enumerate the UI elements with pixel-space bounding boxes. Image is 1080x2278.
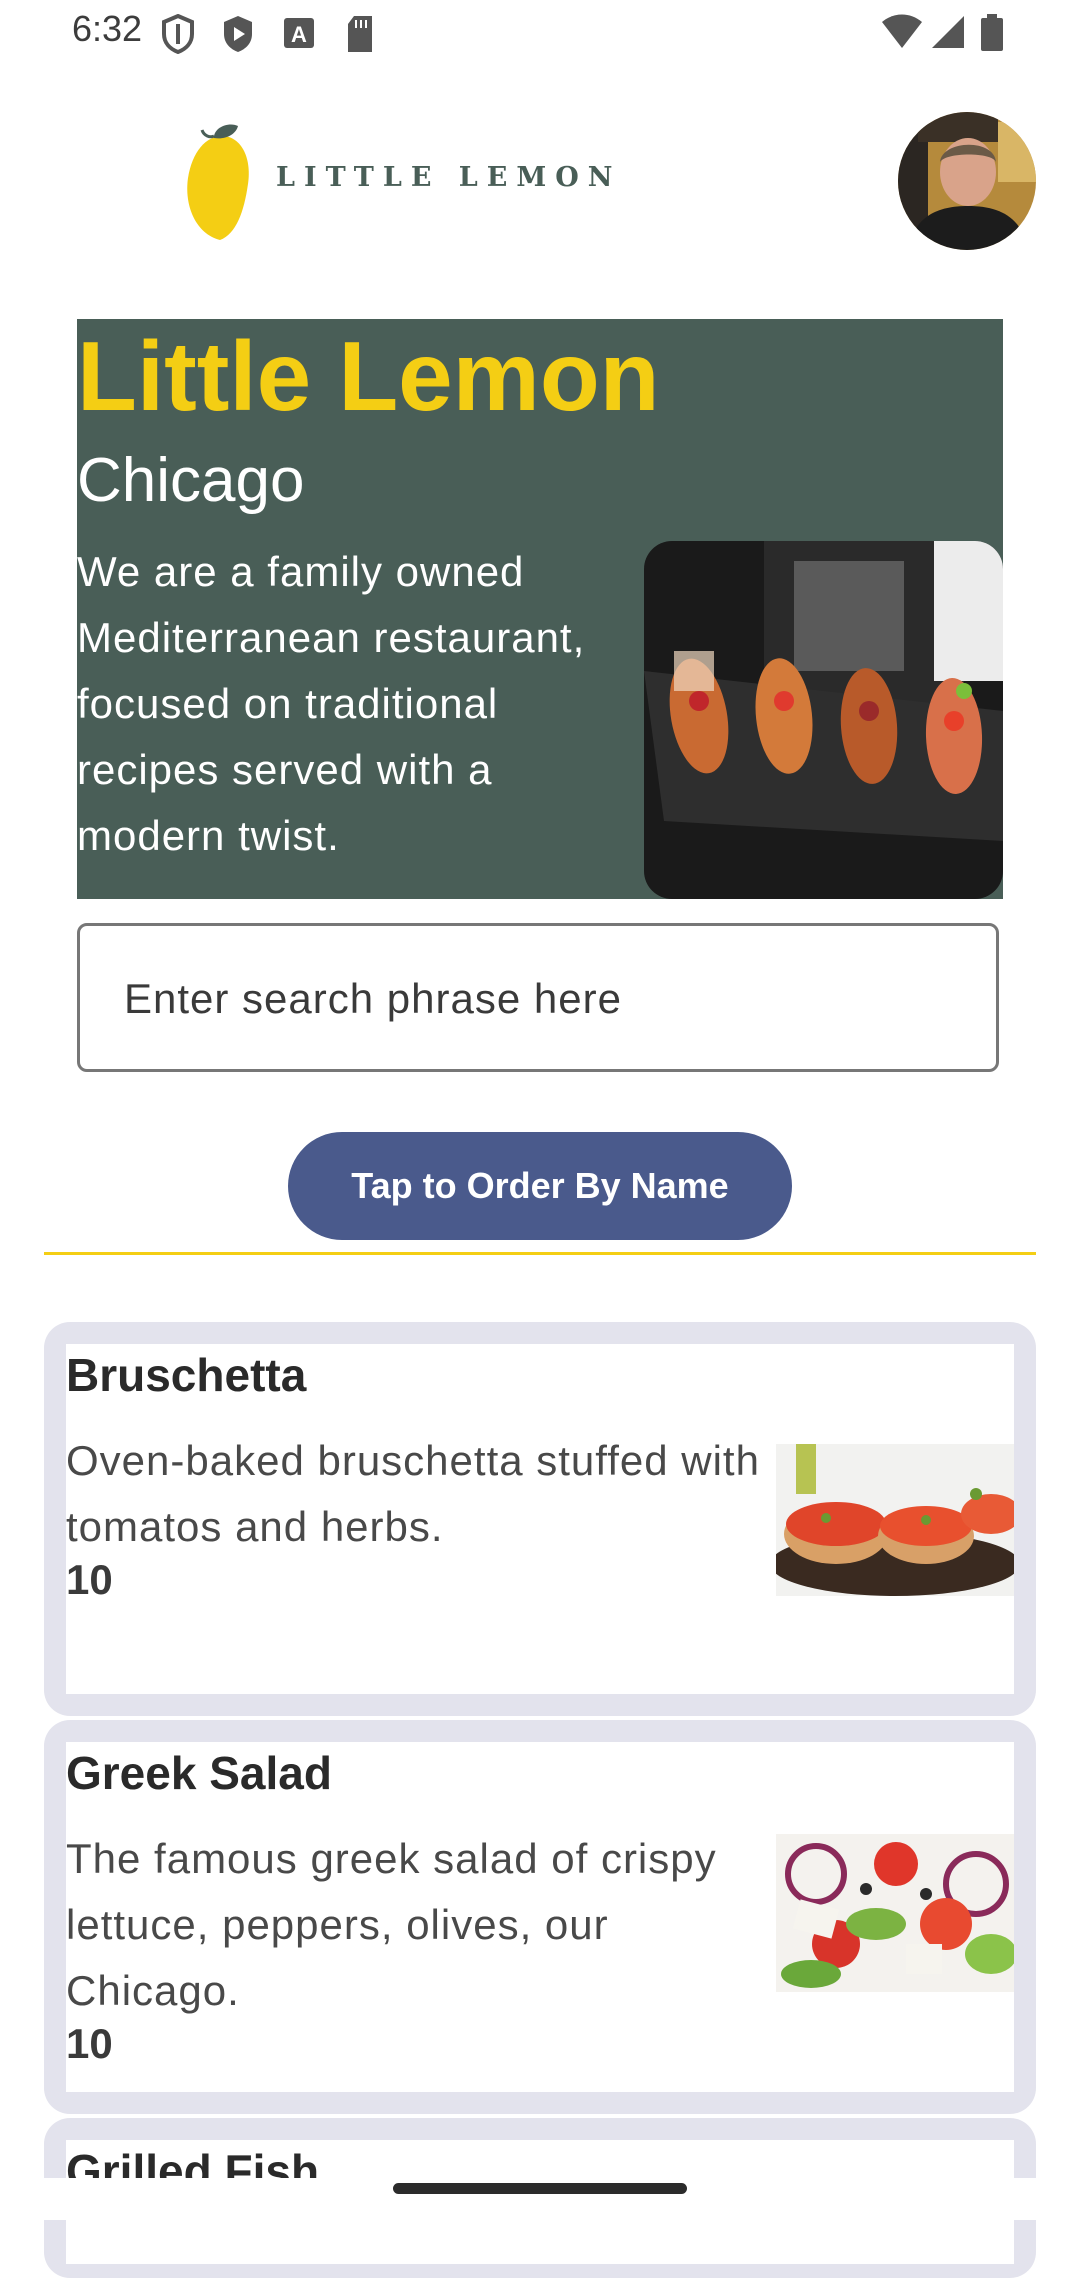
little-lemon-logo: LITTLE LEMON	[180, 122, 612, 242]
menu-item-card[interactable]: Bruschetta Oven-baked bruschetta stuffed…	[44, 1322, 1036, 1716]
menu-item-name: Greek Salad	[66, 1747, 332, 1799]
divider	[44, 1252, 1036, 1255]
menu-item-price: 10	[66, 2020, 113, 2067]
status-time: 6:32	[72, 8, 143, 49]
logo-text: LITTLE LEMON	[276, 162, 622, 193]
avatar[interactable]	[898, 112, 1036, 250]
play-protect-icon	[220, 14, 256, 59]
hero-title: Little Lemon	[77, 321, 660, 431]
menu-item-content: Bruschetta Oven-baked bruschetta stuffed…	[66, 1344, 1021, 1694]
menu-item-description: The famous greek salad of crispy lettuce…	[66, 1835, 717, 2014]
search-field[interactable]	[77, 923, 999, 1072]
menu-item-price: 10	[66, 1556, 113, 1603]
menu-item-image	[776, 1834, 1017, 1992]
hero-description: We are a family owned Mediterranean rest…	[77, 548, 586, 859]
menu-item-content: Greek Salad The famous greek salad of cr…	[66, 1742, 1017, 2092]
hero-image	[644, 541, 1003, 899]
menu-item-image	[770, 1444, 1021, 1596]
wifi-icon	[880, 14, 924, 55]
status-bar: 6:32 A	[0, 0, 1080, 66]
home-indicator[interactable]	[393, 2183, 687, 2194]
order-by-name-button[interactable]: Tap to Order By Name	[288, 1132, 792, 1240]
menu-item-name: Bruschetta	[66, 1349, 307, 1401]
menu-item-card[interactable]: Greek Salad The famous greek salad of cr…	[44, 1720, 1036, 2114]
battery-icon	[980, 14, 1004, 57]
menu-item-description: Oven-baked bruschetta stuffed with tomat…	[66, 1437, 760, 1550]
signal-icon	[930, 14, 966, 55]
shield-icon	[160, 13, 196, 59]
sd-card-icon	[344, 14, 376, 59]
hero-section: Little Lemon Chicago We are a family own…	[77, 319, 1003, 899]
svg-text:A: A	[291, 22, 307, 47]
font-a-icon: A	[282, 14, 316, 57]
search-input[interactable]	[122, 966, 946, 1032]
hero-city: Chicago	[77, 446, 305, 515]
lemon-icon	[187, 124, 249, 240]
